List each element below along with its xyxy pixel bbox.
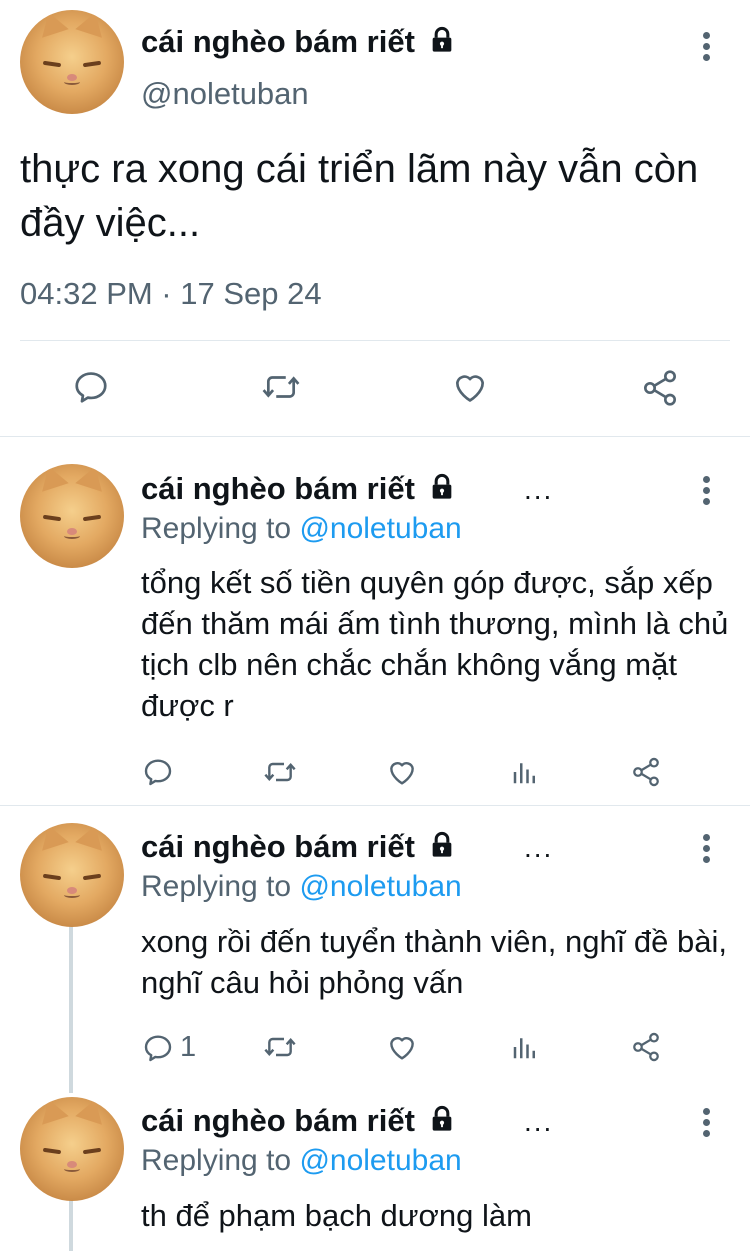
replying-to: Replying to @noletuban [141, 512, 462, 546]
section-divider [0, 436, 750, 437]
retweet-icon [264, 762, 296, 782]
reply-button[interactable] [142, 756, 180, 788]
mention-link[interactable]: @noletuban [299, 870, 461, 903]
author-name-text: cái nghèo bám riết [141, 24, 415, 59]
more-vertical-icon[interactable] [703, 834, 711, 867]
replying-prefix: Replying to [141, 870, 300, 903]
author-name[interactable]: cái nghèo bám riết [141, 24, 457, 60]
retweet-button[interactable] [262, 1031, 298, 1063]
retweet-button[interactable] [260, 368, 302, 406]
tweet-text: thực ra xong cái triển lãm này vẫn còn đ… [20, 147, 699, 245]
author-name[interactable]: cái nghèo bám riết [141, 829, 457, 865]
retweet-icon [264, 1037, 296, 1057]
replying-prefix: Replying to [141, 512, 300, 545]
views-button[interactable] [510, 1031, 540, 1063]
views-button[interactable] [510, 756, 540, 788]
avatar[interactable] [20, 1097, 124, 1201]
share-button[interactable] [630, 1031, 662, 1063]
more-vertical-icon[interactable] [703, 1108, 711, 1141]
comment-icon [75, 372, 107, 403]
tweet-text: xong rồi đến tuyển thành viên, nghĩ đề b… [141, 924, 727, 1000]
heart-icon [390, 1037, 414, 1060]
tweet-timestamp[interactable]: 04:32 PM · 17 Sep 24 [20, 276, 322, 312]
more-vertical-icon[interactable] [703, 476, 711, 509]
share-button[interactable] [640, 368, 680, 408]
heart-icon [455, 375, 485, 402]
like-button[interactable] [385, 1031, 419, 1063]
bar-chart-icon [513, 763, 535, 784]
reply-count: 1 [180, 1031, 197, 1063]
author-name-text: cái nghèo bám riết [141, 1103, 415, 1138]
tweet-text: tổng kết số tiền quyên góp được, sắp xếp… [141, 565, 729, 723]
comment-icon [144, 759, 172, 786]
lock-icon [432, 473, 452, 499]
lock-icon [432, 26, 452, 52]
avatar[interactable] [20, 823, 124, 927]
retweet-button[interactable] [262, 756, 298, 788]
name-truncation: ... [524, 832, 554, 863]
comment-icon [144, 1034, 172, 1061]
lock-icon [432, 831, 452, 857]
name-truncation: ... [524, 1106, 554, 1137]
share-icon [633, 1032, 659, 1062]
like-button[interactable] [385, 756, 419, 788]
section-divider [0, 805, 750, 806]
more-vertical-icon[interactable] [703, 32, 711, 65]
bar-chart-icon [513, 1038, 535, 1059]
share-icon [644, 370, 676, 406]
thread-connector [69, 1200, 73, 1251]
author-name[interactable]: cái nghèo bám riết [141, 1103, 457, 1139]
heart-icon [390, 762, 414, 785]
author-name-text: cái nghèo bám riết [141, 829, 415, 864]
mention-link[interactable]: @noletuban [299, 1144, 461, 1177]
like-button[interactable] [450, 368, 490, 406]
lock-icon [432, 1105, 452, 1131]
avatar[interactable] [20, 10, 124, 114]
replying-to: Replying to @noletuban [141, 870, 462, 904]
retweet-icon [262, 376, 300, 398]
share-button[interactable] [630, 756, 662, 788]
thread-connector [69, 925, 73, 1093]
divider [20, 340, 730, 341]
replying-prefix: Replying to [141, 1144, 300, 1177]
share-icon [633, 757, 659, 787]
tweet-text: th để phạm bạch dương làm [141, 1198, 532, 1233]
name-truncation: ... [524, 474, 554, 505]
author-name[interactable]: cái nghèo bám riết [141, 471, 457, 507]
author-name-text: cái nghèo bám riết [141, 471, 415, 506]
mention-link[interactable]: @noletuban [299, 512, 461, 545]
reply-button[interactable]: 1 [142, 1031, 196, 1064]
avatar[interactable] [20, 464, 124, 568]
reply-button[interactable] [72, 368, 110, 406]
replying-to: Replying to @noletuban [141, 1144, 462, 1178]
author-handle[interactable]: @noletuban [141, 76, 309, 112]
